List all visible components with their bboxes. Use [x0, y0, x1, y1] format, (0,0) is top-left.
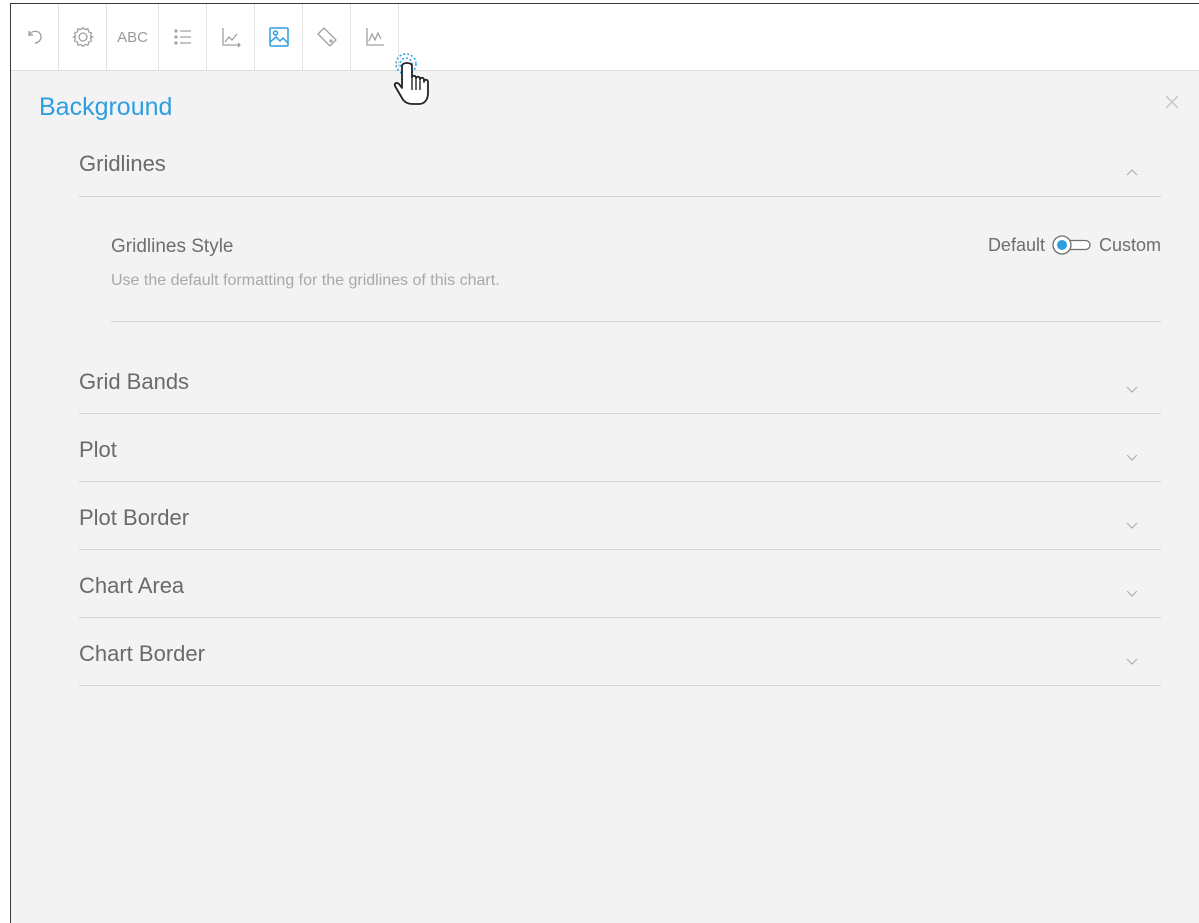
gridlines-style-description: Use the default formatting for the gridl…: [111, 272, 500, 289]
label-button[interactable]: [303, 4, 351, 70]
background-button[interactable]: [255, 4, 303, 70]
line-chart-icon: [365, 28, 384, 46]
gridlines-style-divider: [111, 321, 1161, 322]
image-icon: [268, 27, 289, 47]
chevron-down-icon[interactable]: [1125, 452, 1139, 462]
gridlines-style-switch: Default Custom: [988, 234, 1161, 256]
section-chart-border[interactable]: Chart Border: [79, 618, 1161, 686]
app-frame: ABC Background Gridlines Gridlines Style…: [10, 3, 1199, 923]
section-plot[interactable]: Plot: [79, 414, 1161, 482]
section-chart-area[interactable]: Chart Area: [79, 550, 1161, 618]
series-button[interactable]: [351, 4, 399, 70]
axis-button[interactable]: [207, 4, 255, 70]
chevron-down-icon[interactable]: [1125, 656, 1139, 666]
section-chart-area-label: Chart Area: [79, 573, 185, 598]
chevron-up-icon[interactable]: [1125, 167, 1139, 177]
chevron-down-icon[interactable]: [1125, 520, 1139, 530]
gridlines-style-title: Gridlines Style: [111, 236, 234, 257]
settings-button[interactable]: [59, 4, 107, 70]
axis-chart-icon: [221, 28, 241, 48]
section-gridlines[interactable]: Gridlines: [79, 129, 1161, 197]
section-plot-border-label: Plot Border: [79, 505, 190, 530]
section-grid-bands-label: Grid Bands: [79, 369, 190, 394]
section-chart-border-label: Chart Border: [79, 641, 205, 666]
toolbar: ABC: [11, 4, 1199, 71]
chevron-down-icon[interactable]: [1125, 588, 1139, 598]
section-gridlines-label: Gridlines: [79, 151, 166, 176]
section-plot-border[interactable]: Plot Border: [79, 482, 1161, 550]
toggle-default-label: Default: [987, 234, 1045, 255]
panel-title: Background: [39, 93, 173, 121]
text-format-button[interactable]: ABC: [107, 4, 159, 70]
list-icon: [173, 29, 191, 45]
abc-label: ABC: [117, 28, 148, 46]
toggle-custom-label: Custom: [1098, 234, 1161, 255]
chevron-down-icon[interactable]: [1125, 384, 1139, 394]
list-button[interactable]: [159, 4, 207, 70]
default-custom-toggle[interactable]: [1051, 234, 1093, 256]
undo-button[interactable]: [11, 4, 59, 70]
tag-icon: [316, 27, 337, 47]
background-panel: Background Gridlines Gridlines Style Use…: [11, 71, 1199, 923]
section-grid-bands[interactable]: Grid Bands: [79, 346, 1161, 414]
close-button[interactable]: [1163, 93, 1181, 111]
undo-icon: [27, 30, 42, 44]
section-plot-label: Plot: [79, 437, 117, 462]
gear-icon: [71, 26, 94, 48]
close-icon: [1165, 95, 1179, 109]
